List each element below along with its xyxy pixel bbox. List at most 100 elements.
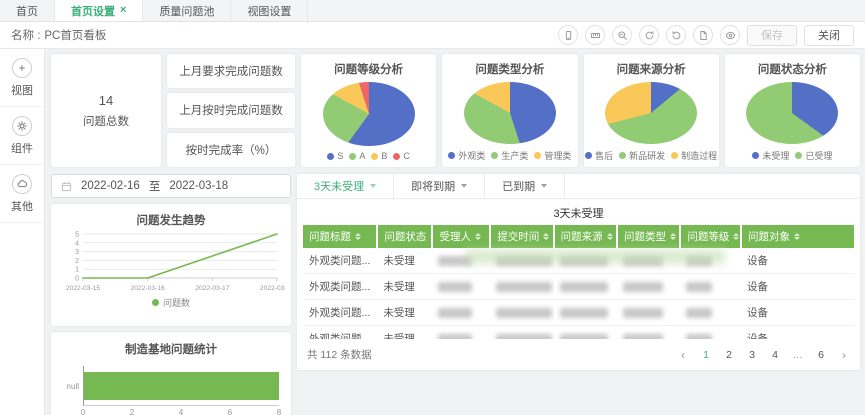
rail-item-视图[interactable]: 视图 (0, 49, 44, 107)
refresh-button[interactable] (639, 25, 659, 45)
table-cell (617, 326, 680, 340)
svg-text:5: 5 (75, 232, 79, 239)
top-tab-质量问题池[interactable]: 质量问题池 (143, 0, 231, 21)
pagination-page-4[interactable]: 4 (769, 349, 781, 361)
pagination-page-2[interactable]: 2 (723, 349, 735, 361)
table-tab-已到期[interactable]: 已到期 (485, 174, 565, 198)
column-header-inner: 提交时间 (497, 229, 546, 244)
top-tab-首页设置[interactable]: 首页设置× (55, 0, 143, 21)
column-header-问题类型[interactable]: 问题类型 (617, 225, 680, 248)
legend-label: 新品研发 (629, 149, 665, 162)
table-cell (617, 300, 680, 326)
column-header-问题标题[interactable]: 问题标题 (303, 225, 377, 248)
legend-item: 生产类 (491, 149, 528, 162)
table-cell (680, 248, 741, 274)
redacted-cell (623, 308, 663, 318)
trend-legend-dot (152, 299, 159, 306)
bar-x-tick: 2 (130, 408, 134, 415)
table-wrapper: 问题标题问题状态受理人提交时间问题来源问题类型问题等级问题对象 外观类问题...… (297, 225, 860, 339)
svg-text:2022-03-17: 2022-03-17 (195, 285, 229, 292)
stat-card-label: 上月按时完成问题数 (179, 102, 283, 118)
bar-category-label: null (57, 382, 83, 391)
tab-close-icon[interactable]: × (120, 5, 126, 16)
column-header-问题来源[interactable]: 问题来源 (554, 225, 617, 248)
left-rail: 视图组件其他 (0, 49, 45, 415)
sort-icon[interactable] (475, 233, 481, 240)
pie-title: 问题类型分析 (475, 61, 544, 77)
table-cell: 外观类问题... (303, 326, 377, 340)
top-tab-首页[interactable]: 首页 (0, 0, 55, 21)
table-tab-label: 即将到期 (411, 178, 455, 194)
canvas-content: 14 问题总数 上月要求完成问题数上月按时完成问题数按时完成率（%） 问题等级分… (45, 49, 865, 415)
pagination-page-6[interactable]: 6 (815, 349, 827, 361)
rail-item-组件[interactable]: 组件 (0, 107, 44, 165)
legend-label: 已受理 (805, 149, 832, 162)
top-tab-视图设置[interactable]: 视图设置 (231, 0, 308, 21)
bar-x-axis: 02468 (83, 408, 279, 415)
table-cell (432, 326, 490, 340)
pie-card-问题来源分析: 问题来源分析售后新品研发制造过程 (584, 54, 719, 167)
undo-button[interactable] (666, 25, 686, 45)
column-header-受理人[interactable]: 受理人 (432, 225, 490, 248)
mobile-icon (563, 30, 574, 41)
table-tab-3天未受理[interactable]: 3天未受理 (297, 174, 394, 198)
table-cell (554, 300, 617, 326)
pie-card-问题等级分析: 问题等级分析SABC (301, 54, 436, 167)
stat-card-label: 上月要求完成问题数 (179, 63, 283, 79)
sort-icon[interactable] (733, 233, 739, 240)
bar-x-tick: 8 (277, 408, 281, 415)
chevron-down-icon (541, 184, 547, 188)
component-icon (17, 121, 27, 131)
legend-dot (448, 152, 455, 159)
column-header-inner: 问题对象 (748, 229, 848, 244)
legend-item: 已受理 (795, 149, 832, 162)
total-issues-card: 14 问题总数 (51, 54, 161, 167)
sort-icon[interactable] (355, 233, 361, 240)
redacted-cell (438, 308, 472, 318)
legend-dot (619, 152, 626, 159)
column-header-问题状态[interactable]: 问题状态 (377, 225, 432, 248)
redacted-cell (560, 308, 608, 318)
table-row: 外观类问题...未受理设备 (303, 274, 854, 300)
table-cell (617, 248, 680, 274)
export-button[interactable] (693, 25, 713, 45)
legend-dot (491, 152, 498, 159)
pagination-prev[interactable]: ‹ (677, 349, 689, 361)
column-header-问题等级[interactable]: 问题等级 (680, 225, 741, 248)
mobile-button[interactable] (558, 25, 578, 45)
rail-item-其他[interactable]: 其他 (0, 165, 44, 223)
redacted-cell (438, 334, 472, 340)
pagination-ellipsis[interactable]: … (792, 349, 804, 361)
eye-button[interactable] (720, 25, 740, 45)
save-button[interactable]: 保存 (747, 25, 797, 46)
sort-icon[interactable] (794, 233, 800, 240)
column-header-提交时间[interactable]: 提交时间 (490, 225, 553, 248)
redacted-cell (560, 256, 608, 266)
legend-item: 未受理 (752, 149, 789, 162)
zoom-button[interactable] (612, 25, 632, 45)
date-separator: 至 (149, 178, 161, 194)
table-tab-即将到期[interactable]: 即将到期 (394, 174, 485, 198)
ruler-button[interactable] (585, 25, 605, 45)
sort-icon[interactable] (670, 233, 676, 240)
pagination-page-3[interactable]: 3 (746, 349, 758, 361)
pie-legend: 售后新品研发制造过程 (585, 149, 717, 162)
pagination-next[interactable]: › (838, 349, 850, 361)
column-header-问题对象[interactable]: 问题对象 (741, 225, 854, 248)
sort-icon[interactable] (543, 233, 549, 240)
column-header-inner: 问题类型 (624, 229, 673, 244)
date-range-picker[interactable]: 2022-02-16 至 2022-03-18 (51, 174, 291, 198)
legend-label: 管理类 (544, 149, 571, 162)
bar-chart-plot: null (57, 366, 279, 406)
table-cell: 未受理 (377, 274, 432, 300)
redacted-cell (623, 256, 663, 266)
pagination-page-1[interactable]: 1 (700, 349, 712, 361)
table-tab-bar: 3天未受理 即将到期 已到期 (297, 174, 860, 199)
sort-icon[interactable] (607, 233, 613, 240)
legend-dot (371, 153, 378, 160)
main-area: 视图组件其他 14 问题总数 上月要求完成问题数上月按时完成问题数按时完成率（%… (0, 49, 865, 415)
table-cell: 未受理 (377, 326, 432, 340)
close-button[interactable]: 关闭 (804, 25, 854, 46)
table-footer: 共 112 条数据 ‹1234…6› (297, 339, 860, 370)
column-header-inner: 问题状态 (384, 229, 425, 244)
